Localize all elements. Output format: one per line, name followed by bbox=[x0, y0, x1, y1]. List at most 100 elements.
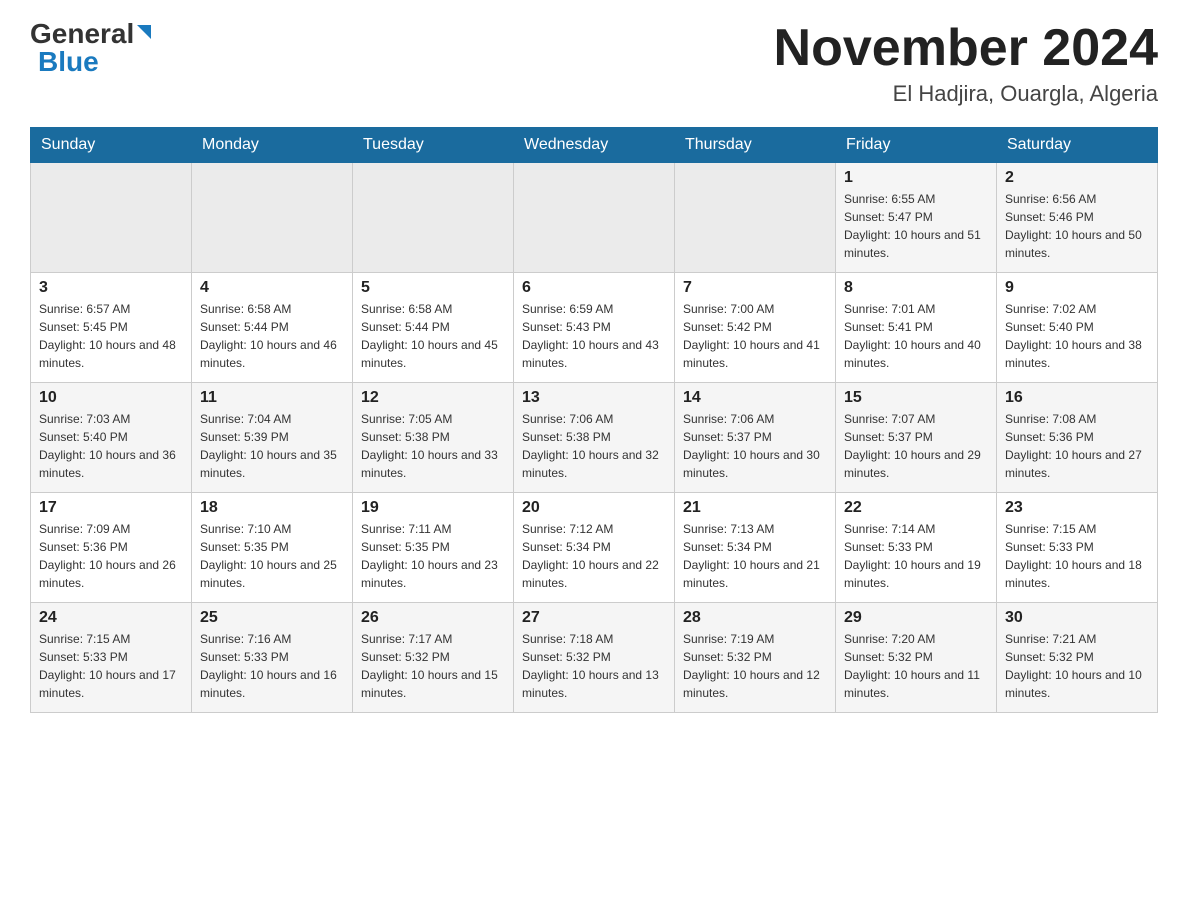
calendar-subtitle: El Hadjira, Ouargla, Algeria bbox=[774, 81, 1158, 107]
calendar-day-cell: 23 Sunrise: 7:15 AMSunset: 5:33 PMDayligh… bbox=[997, 493, 1158, 603]
calendar-day-cell: 24 Sunrise: 7:15 AMSunset: 5:33 PMDayligh… bbox=[31, 603, 192, 713]
calendar-day-header: Thursday bbox=[675, 128, 836, 163]
day-info: Sunrise: 7:15 AMSunset: 5:33 PMDaylight:… bbox=[39, 630, 183, 702]
calendar-day-cell bbox=[31, 163, 192, 273]
day-info: Sunrise: 7:05 AMSunset: 5:38 PMDaylight:… bbox=[361, 410, 505, 482]
day-info: Sunrise: 7:18 AMSunset: 5:32 PMDaylight:… bbox=[522, 630, 666, 702]
calendar-day-cell: 15 Sunrise: 7:07 AMSunset: 5:37 PMDayligh… bbox=[836, 383, 997, 493]
day-info: Sunrise: 7:01 AMSunset: 5:41 PMDaylight:… bbox=[844, 300, 988, 372]
calendar-day-cell: 17 Sunrise: 7:09 AMSunset: 5:36 PMDayligh… bbox=[31, 493, 192, 603]
day-number: 14 bbox=[683, 389, 827, 407]
day-number: 13 bbox=[522, 389, 666, 407]
day-number: 26 bbox=[361, 609, 505, 627]
day-info: Sunrise: 7:14 AMSunset: 5:33 PMDaylight:… bbox=[844, 520, 988, 592]
day-number: 15 bbox=[844, 389, 988, 407]
calendar-title: November 2024 bbox=[774, 20, 1158, 77]
calendar-table: SundayMondayTuesdayWednesdayThursdayFrid… bbox=[30, 127, 1158, 713]
day-info: Sunrise: 7:10 AMSunset: 5:35 PMDaylight:… bbox=[200, 520, 344, 592]
day-number: 24 bbox=[39, 609, 183, 627]
calendar-day-cell: 21Sunrise: 7:13 AMSunset: 5:34 PMDayligh… bbox=[675, 493, 836, 603]
calendar-week-row: 17 Sunrise: 7:09 AMSunset: 5:36 PMDayligh… bbox=[31, 493, 1158, 603]
day-info: Sunrise: 7:15 AMSunset: 5:33 PMDaylight:… bbox=[1005, 520, 1149, 592]
day-number: 27 bbox=[522, 609, 666, 627]
calendar-day-cell: 10 Sunrise: 7:03 AMSunset: 5:40 PMDayligh… bbox=[31, 383, 192, 493]
day-info: Sunrise: 6:55 AMSunset: 5:47 PMDaylight:… bbox=[844, 190, 988, 262]
day-number: 21 bbox=[683, 499, 827, 517]
calendar-day-header: Sunday bbox=[31, 128, 192, 163]
day-info: Sunrise: 6:58 AMSunset: 5:44 PMDaylight:… bbox=[361, 300, 505, 372]
calendar-day-cell: 30 Sunrise: 7:21 AMSunset: 5:32 PMDayligh… bbox=[997, 603, 1158, 713]
day-info: Sunrise: 7:03 AMSunset: 5:40 PMDaylight:… bbox=[39, 410, 183, 482]
calendar-day-cell: 19 Sunrise: 7:11 AMSunset: 5:35 PMDayligh… bbox=[353, 493, 514, 603]
calendar-day-cell: 11 Sunrise: 7:04 AMSunset: 5:39 PMDayligh… bbox=[192, 383, 353, 493]
calendar-day-header: Wednesday bbox=[514, 128, 675, 163]
logo-blue-text: Blue bbox=[38, 48, 99, 76]
day-info: Sunrise: 6:57 AMSunset: 5:45 PMDaylight:… bbox=[39, 300, 183, 372]
day-info: Sunrise: 7:07 AMSunset: 5:37 PMDaylight:… bbox=[844, 410, 988, 482]
day-info: Sunrise: 7:12 AMSunset: 5:34 PMDaylight:… bbox=[522, 520, 666, 592]
day-number: 20 bbox=[522, 499, 666, 517]
day-info: Sunrise: 7:21 AMSunset: 5:32 PMDaylight:… bbox=[1005, 630, 1149, 702]
day-number: 1 bbox=[844, 169, 988, 187]
day-number: 16 bbox=[1005, 389, 1149, 407]
day-number: 5 bbox=[361, 279, 505, 297]
calendar-day-cell: 27 Sunrise: 7:18 AMSunset: 5:32 PMDayligh… bbox=[514, 603, 675, 713]
day-info: Sunrise: 7:02 AMSunset: 5:40 PMDaylight:… bbox=[1005, 300, 1149, 372]
day-info: Sunrise: 6:56 AMSunset: 5:46 PMDaylight:… bbox=[1005, 190, 1149, 262]
calendar-day-cell: 28Sunrise: 7:19 AMSunset: 5:32 PMDayligh… bbox=[675, 603, 836, 713]
day-info: Sunrise: 7:00 AMSunset: 5:42 PMDaylight:… bbox=[683, 300, 827, 372]
calendar-day-header: Tuesday bbox=[353, 128, 514, 163]
day-info: Sunrise: 7:11 AMSunset: 5:35 PMDaylight:… bbox=[361, 520, 505, 592]
day-info: Sunrise: 7:08 AMSunset: 5:36 PMDaylight:… bbox=[1005, 410, 1149, 482]
day-info: Sunrise: 7:19 AMSunset: 5:32 PMDaylight:… bbox=[683, 630, 827, 702]
calendar-day-cell: 20 Sunrise: 7:12 AMSunset: 5:34 PMDayligh… bbox=[514, 493, 675, 603]
day-info: Sunrise: 7:16 AMSunset: 5:33 PMDaylight:… bbox=[200, 630, 344, 702]
day-number: 4 bbox=[200, 279, 344, 297]
calendar-day-header: Saturday bbox=[997, 128, 1158, 163]
day-number: 10 bbox=[39, 389, 183, 407]
calendar-week-row: 1 Sunrise: 6:55 AMSunset: 5:47 PMDaylight… bbox=[31, 163, 1158, 273]
calendar-day-cell: 25 Sunrise: 7:16 AMSunset: 5:33 PMDayligh… bbox=[192, 603, 353, 713]
calendar-day-cell: 12 Sunrise: 7:05 AMSunset: 5:38 PMDayligh… bbox=[353, 383, 514, 493]
day-info: Sunrise: 6:59 AMSunset: 5:43 PMDaylight:… bbox=[522, 300, 666, 372]
calendar-day-cell: 7 Sunrise: 7:00 AMSunset: 5:42 PMDaylight… bbox=[675, 273, 836, 383]
calendar-day-cell: 2 Sunrise: 6:56 AMSunset: 5:46 PMDaylight… bbox=[997, 163, 1158, 273]
day-number: 19 bbox=[361, 499, 505, 517]
calendar-header-row: SundayMondayTuesdayWednesdayThursdayFrid… bbox=[31, 128, 1158, 163]
page-header: General Blue November 2024 El Hadjira, O… bbox=[30, 20, 1158, 107]
calendar-day-cell bbox=[514, 163, 675, 273]
calendar-day-cell: 16 Sunrise: 7:08 AMSunset: 5:36 PMDayligh… bbox=[997, 383, 1158, 493]
calendar-day-cell: 1 Sunrise: 6:55 AMSunset: 5:47 PMDaylight… bbox=[836, 163, 997, 273]
calendar-day-cell: 9 Sunrise: 7:02 AMSunset: 5:40 PMDaylight… bbox=[997, 273, 1158, 383]
day-number: 12 bbox=[361, 389, 505, 407]
day-number: 29 bbox=[844, 609, 988, 627]
day-info: Sunrise: 6:58 AMSunset: 5:44 PMDaylight:… bbox=[200, 300, 344, 372]
day-info: Sunrise: 7:17 AMSunset: 5:32 PMDaylight:… bbox=[361, 630, 505, 702]
calendar-week-row: 24 Sunrise: 7:15 AMSunset: 5:33 PMDayligh… bbox=[31, 603, 1158, 713]
calendar-day-cell: 18Sunrise: 7:10 AMSunset: 5:35 PMDayligh… bbox=[192, 493, 353, 603]
day-number: 9 bbox=[1005, 279, 1149, 297]
calendar-header: November 2024 El Hadjira, Ouargla, Alger… bbox=[774, 20, 1158, 107]
calendar-day-cell bbox=[675, 163, 836, 273]
calendar-day-cell: 5 Sunrise: 6:58 AMSunset: 5:44 PMDaylight… bbox=[353, 273, 514, 383]
day-number: 22 bbox=[844, 499, 988, 517]
day-info: Sunrise: 7:04 AMSunset: 5:39 PMDaylight:… bbox=[200, 410, 344, 482]
day-number: 7 bbox=[683, 279, 827, 297]
calendar-day-cell: 26 Sunrise: 7:17 AMSunset: 5:32 PMDayligh… bbox=[353, 603, 514, 713]
day-number: 11 bbox=[200, 389, 344, 407]
calendar-day-cell bbox=[192, 163, 353, 273]
day-info: Sunrise: 7:09 AMSunset: 5:36 PMDaylight:… bbox=[39, 520, 183, 592]
calendar-day-cell: 3 Sunrise: 6:57 AMSunset: 5:45 PMDaylight… bbox=[31, 273, 192, 383]
day-number: 3 bbox=[39, 279, 183, 297]
logo-general-text: General bbox=[30, 20, 134, 48]
day-number: 23 bbox=[1005, 499, 1149, 517]
logo: General Blue bbox=[30, 20, 151, 76]
day-number: 2 bbox=[1005, 169, 1149, 187]
day-number: 25 bbox=[200, 609, 344, 627]
day-number: 17 bbox=[39, 499, 183, 517]
calendar-week-row: 3 Sunrise: 6:57 AMSunset: 5:45 PMDaylight… bbox=[31, 273, 1158, 383]
day-number: 8 bbox=[844, 279, 988, 297]
day-number: 30 bbox=[1005, 609, 1149, 627]
calendar-day-cell: 29Sunrise: 7:20 AMSunset: 5:32 PMDayligh… bbox=[836, 603, 997, 713]
day-info: Sunrise: 7:06 AMSunset: 5:37 PMDaylight:… bbox=[683, 410, 827, 482]
